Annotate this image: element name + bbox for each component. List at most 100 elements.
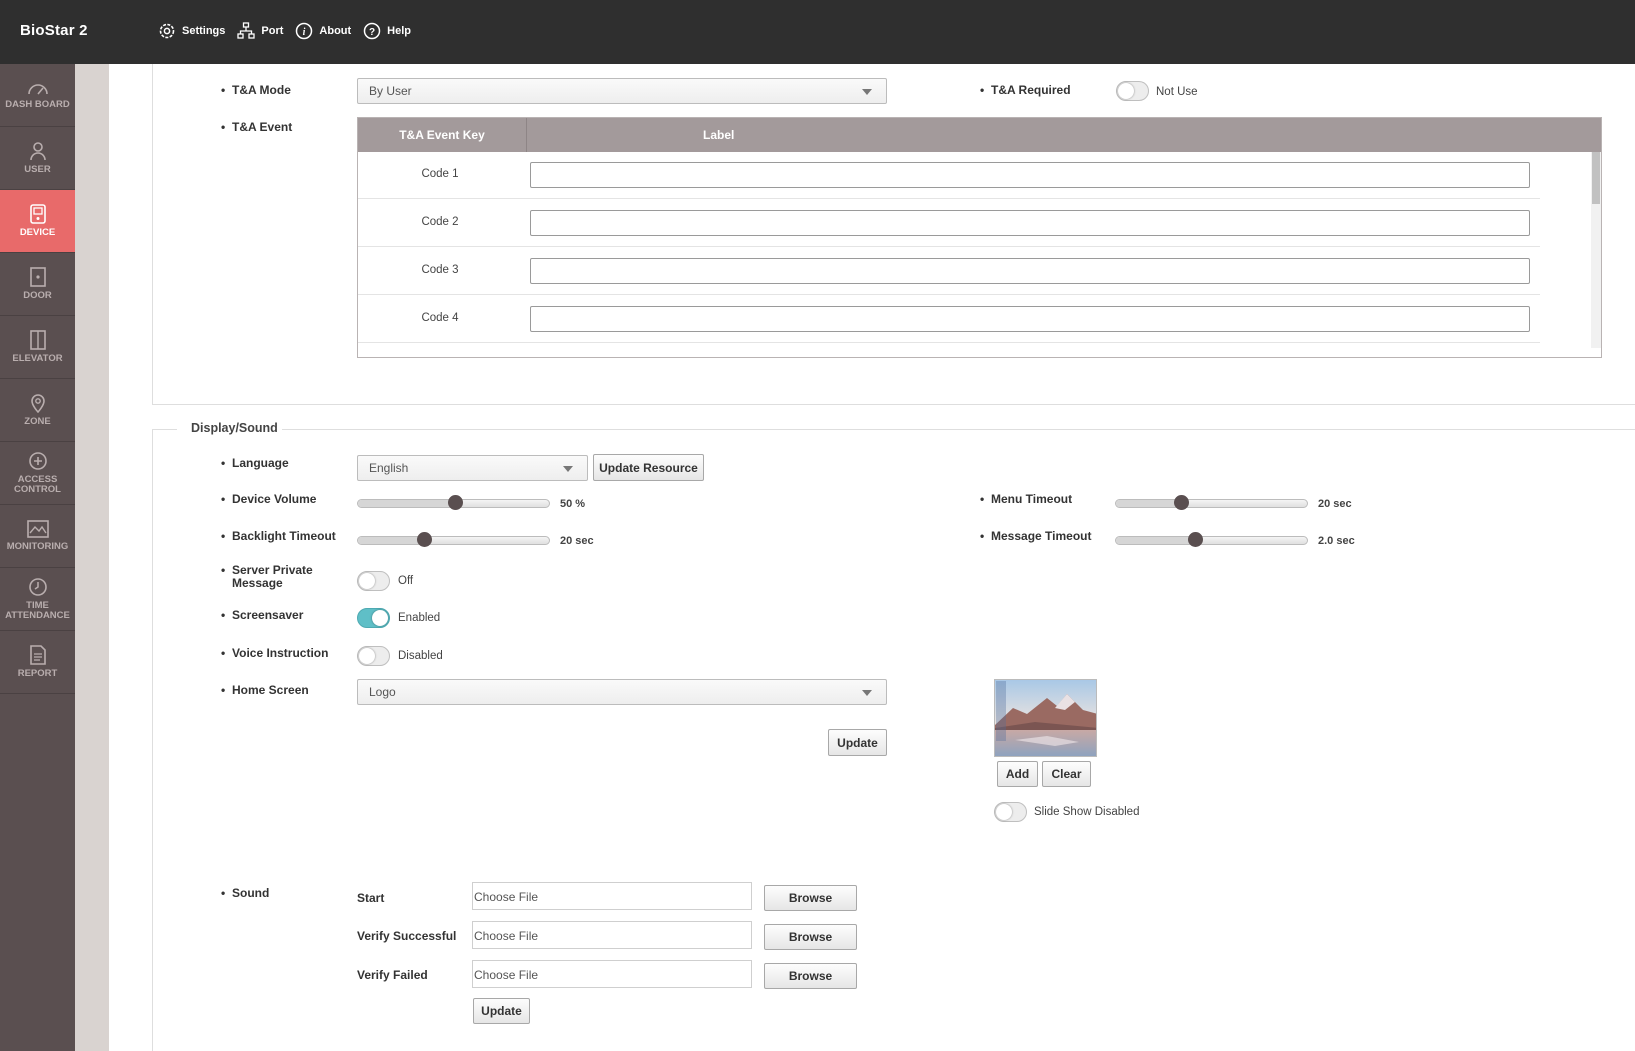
table-row: Code 4 [358,296,1540,343]
sidebar-item-label: USER [24,164,51,175]
sidebar-item-device[interactable]: DEVICE [0,190,75,253]
port-link[interactable]: Port [237,22,283,40]
col-event-key: T&A Event Key [399,128,485,142]
voice-instruction-toggle[interactable] [357,646,390,666]
sidebar-item-time-attendance[interactable]: TIME ATTENDANCE [0,568,75,631]
row-key: Code 4 [421,312,459,324]
screensaver-toggle[interactable] [357,608,390,628]
ta-mode-select[interactable]: By User [357,78,887,104]
table-scrollbar[interactable] [1591,152,1601,348]
help-link[interactable]: ? Help [363,22,411,40]
device-volume-slider[interactable] [357,495,550,510]
sidebar-item-label: REPORT [17,668,58,679]
label-input[interactable] [530,258,1530,284]
col-label: Label [703,128,735,142]
table-row: Code 1 [358,152,1540,199]
sound-verify-successful-file-input[interactable]: Choose File [472,921,752,949]
shield-plus-icon [28,452,47,470]
sound-verify-successful-label: Verify Successful [357,929,457,943]
svg-text:?: ? [369,27,375,38]
screensaver-label: Screensaver [221,608,303,622]
sidebar-item-label: ELEVATOR [12,353,63,364]
clear-image-button[interactable]: Clear [1042,761,1091,787]
screensaver-state: Enabled [398,612,441,624]
sidebar-item-access-control[interactable]: ACCESS CONTROL [0,442,75,505]
language-label: Language [221,456,289,470]
sidebar-item-label: DEVICE [19,227,56,238]
label-input[interactable] [530,306,1530,332]
sound-start-file-input[interactable]: Choose File [472,882,752,910]
sidebar-item-dashboard[interactable]: DASH BOARD [0,64,75,127]
toggle-knob [372,610,388,626]
sound-verify-failed-file-input[interactable]: Choose File [472,960,752,988]
home-screen-update-button[interactable]: Update [828,729,887,756]
slider-fill [1116,500,1180,507]
slide-show-state: Slide Show Disabled [1034,806,1140,818]
sound-verify-failed-browse-button[interactable]: Browse [764,963,857,989]
home-screen-label: Home Screen [221,683,309,697]
top-bar: BioStar 2 Settings Port i About ? Help [0,0,1635,64]
toggle-knob [996,804,1012,820]
sidebar-item-label: DOOR [23,290,52,301]
backlight-timeout-value: 20 sec [560,535,594,547]
ta-required-label: T&A Required [980,83,1071,97]
sound-verify-failed-label: Verify Failed [357,968,428,982]
sidebar-item-user[interactable]: USER [0,127,75,190]
sound-verify-successful-browse-button[interactable]: Browse [764,924,857,950]
info-icon: i [296,22,313,40]
table-header: T&A Event Key Label [358,118,1601,152]
scrollbar-thumb[interactable] [1592,152,1600,204]
language-select[interactable]: English [357,455,588,481]
label-input[interactable] [530,162,1530,188]
sidebar-item-report[interactable]: REPORT [0,631,75,694]
update-resource-button[interactable]: Update Resource [593,454,704,481]
toggle-knob [359,573,375,589]
sidebar-item-label: ACCESS CONTROL [14,474,61,495]
slide-show-toggle[interactable] [994,802,1027,822]
server-private-message-toggle[interactable] [357,571,390,591]
label-input[interactable] [530,210,1530,236]
add-image-button[interactable]: Add [997,761,1038,787]
section-title-display-sound: Display/Sound [187,421,282,435]
toggle-knob [1118,83,1134,99]
menu-timeout-slider[interactable] [1115,495,1308,510]
sidebar-item-label: ZONE [24,416,51,427]
ta-required-toggle[interactable] [1116,81,1149,101]
sidebar: DASH BOARD USER DEVICE DOOR ELEVATOR ZON… [0,64,75,1051]
slider-handle[interactable] [1174,495,1189,510]
network-icon [237,22,256,39]
sidebar-item-label: DASH BOARD [5,99,70,110]
backlight-timeout-slider[interactable] [357,532,550,547]
sound-start-label: Start [357,891,385,905]
sidebar-item-door[interactable]: DOOR [0,253,75,316]
door-icon [29,267,46,287]
slider-handle[interactable] [417,532,432,547]
slider-handle[interactable] [448,495,463,510]
device-volume-value: 50 % [560,498,586,510]
about-link[interactable]: i About [295,22,351,40]
settings-label: Settings [182,25,226,37]
settings-link[interactable]: Settings [158,22,225,40]
home-screen-select[interactable]: Logo [357,679,887,705]
sound-label: Sound [221,886,269,900]
gauge-icon [27,84,48,95]
sound-update-button[interactable]: Update [473,998,530,1024]
toggle-knob [359,648,375,664]
ta-mode-label: T&A Mode [221,83,291,97]
app-title: BioStar 2 [20,22,88,39]
table-row: Code 2 [358,200,1540,247]
sidebar-item-label: TIME ATTENDANCE [5,600,70,621]
slider-fill [1116,537,1194,544]
sidebar-item-monitoring[interactable]: MONITORING [0,505,75,568]
sound-start-browse-button[interactable]: Browse [764,885,857,911]
row-key: Code 3 [421,264,459,276]
sidebar-item-zone[interactable]: ZONE [0,379,75,442]
ta-required-state: Not Use [1156,86,1198,98]
report-icon [29,645,46,665]
menu-timeout-label: Menu Timeout [980,492,1072,506]
server-private-message-state: Off [398,575,414,587]
sidebar-item-elevator[interactable]: ELEVATOR [0,316,75,379]
slider-handle[interactable] [1188,532,1203,547]
map-pin-icon [30,394,45,413]
message-timeout-slider[interactable] [1115,532,1308,547]
